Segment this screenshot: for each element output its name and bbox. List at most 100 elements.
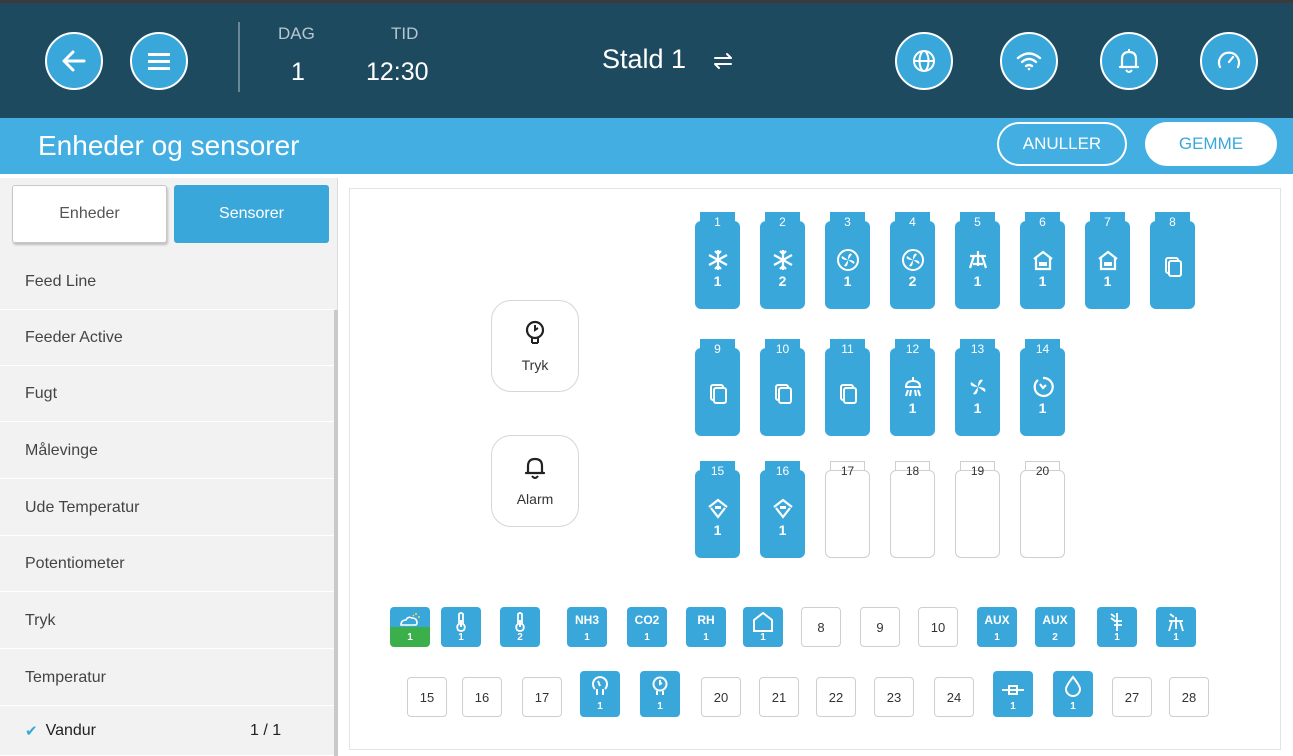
speedometer-icon [1217,51,1241,69]
sidebar-scrollbar[interactable] [334,310,338,756]
input-9[interactable]: 9 [860,607,900,647]
input-sub: 1 [1173,632,1179,643]
input-6[interactable]: RH 1 [686,607,726,647]
tab-sensors[interactable]: Sensorer [174,185,329,243]
input-26[interactable]: 1 [1053,671,1093,717]
input-20[interactable]: 20 [701,677,741,717]
device-layout-panel: Tryk Alarm 1 1 2 2 3 1 4 2 5 1 6 1 7 1 8… [349,188,1281,750]
relay-slot-2[interactable]: 2 2 [760,212,805,309]
input-5[interactable]: CO2 1 [627,607,667,647]
input-28[interactable]: 28 [1169,677,1209,717]
globe-icon [913,50,935,72]
input-24[interactable]: 24 [934,677,974,717]
relay-slot-3[interactable]: 3 1 [825,212,870,309]
slot-sub: 1 [713,522,722,538]
input-12[interactable]: AUX 2 [1035,607,1075,647]
relay-slot-13[interactable]: 13 1 [955,339,1000,436]
relay-slot-12[interactable]: 12 1 [890,339,935,436]
input-18[interactable]: 1 [580,671,620,717]
input-22[interactable]: 22 [816,677,856,717]
input-19[interactable]: 1 [640,671,680,717]
input-4[interactable]: NH3 1 [567,607,607,647]
curtain-open-icon [708,498,728,519]
relay-slot-4[interactable]: 4 2 [890,212,935,309]
input-1[interactable]: 1 [390,607,430,647]
slot-sub: 1 [778,522,787,538]
pressure-card-label: Tryk [521,357,549,373]
slot-sub: 1 [973,273,982,289]
relay-slot-18[interactable]: 18 [890,461,935,558]
slot-number: 12 [905,342,920,356]
relay-slot-16[interactable]: 16 1 [760,461,805,558]
top-edge [0,0,1293,3]
gauge-button[interactable] [1200,32,1258,90]
pressure-sensor-icon [525,320,545,344]
sidebar-item-pressure[interactable]: Tryk [0,593,334,649]
relay-slot-7[interactable]: 7 1 [1085,212,1130,309]
house-sensor-icon [753,611,773,632]
input-23[interactable]: 23 [874,677,914,717]
input-7[interactable]: 1 [743,607,783,647]
relay-slot-5[interactable]: 5 1 [955,212,1000,309]
relay-slot-6[interactable]: 6 1 [1020,212,1065,309]
relay-slot-11[interactable]: 11 [825,339,870,436]
input-21[interactable]: 21 [759,677,799,717]
globe-button[interactable] [895,32,953,90]
sidebar-item-potentiometer[interactable]: Potentiometer [0,536,334,592]
relay-slot-10[interactable]: 10 [760,339,805,436]
input-17[interactable]: 17 [522,677,562,717]
input-type: CO2 [634,613,660,627]
alarm-bell-button[interactable] [1100,32,1158,90]
relay-slot-19[interactable]: 19 [955,461,1000,558]
pressure-card[interactable]: Tryk [491,300,579,392]
slot-sub: 2 [778,273,787,289]
slot-number: 6 [1039,215,1046,229]
sidebar-item-temperature[interactable]: Temperatur [0,650,334,706]
input-16[interactable]: 16 [462,677,502,717]
input-15[interactable]: 15 [407,677,447,717]
swap-arrows-icon[interactable] [711,52,735,70]
top-bar: DAG 1 TID 12:30 Stald 1 [0,0,1293,130]
relay-slot-9[interactable]: 9 [695,339,740,436]
slot-number: 16 [775,464,790,478]
slot-sub: 1 [973,400,982,416]
input-sub: 1 [1114,632,1120,643]
slot-number: 18 [905,464,920,478]
input-8[interactable]: 8 [801,607,841,647]
alarm-card[interactable]: Alarm [491,435,579,527]
sidebar-item-water-meter[interactable]: ✔ Vandur 1 / 1 [0,707,334,756]
relay-slot-1[interactable]: 1 1 [695,212,740,309]
sidebar-item-outside-temperature[interactable]: Ude Temperatur [0,480,334,536]
relay-slot-17[interactable]: 17 [825,461,870,558]
alarm-card-label: Alarm [516,491,554,507]
relay-slot-20[interactable]: 20 [1020,461,1065,558]
sidebar-item-humidity[interactable]: Fugt [0,366,334,422]
input-27[interactable]: 27 [1112,677,1152,717]
tab-units[interactable]: Enheder [12,185,167,243]
sidebar-item-feed-line[interactable]: Feed Line [0,254,334,310]
input-11[interactable]: AUX 1 [977,607,1017,647]
relay-slot-14[interactable]: 14 1 [1020,339,1065,436]
cancel-button[interactable]: ANULLER [997,122,1127,166]
relay-slot-15[interactable]: 15 1 [695,461,740,558]
wifi-button[interactable] [1000,32,1058,90]
menu-button[interactable] [130,32,188,90]
house-selector[interactable]: Stald 1 [602,44,686,75]
input-3[interactable]: 2 [500,607,540,647]
save-button[interactable]: GEMME [1145,122,1277,166]
input-sub: 2 [1052,632,1058,643]
relay-slot-8[interactable]: 8 [1150,212,1195,309]
back-button[interactable] [45,32,103,90]
input-14[interactable]: 1 [1156,607,1196,647]
fan-icon [837,249,859,271]
input-sub: 1 [703,632,709,643]
sidebar-item-feeder-active[interactable]: Feeder Active [0,310,334,366]
input-25[interactable]: 1 [993,671,1033,717]
input-13[interactable]: 1 [1097,607,1137,647]
outside-weather-icon [400,613,420,626]
sidebar-item-measuring-wing[interactable]: Målevinge [0,423,334,479]
timer-icon [1033,376,1054,398]
input-10[interactable]: 10 [918,607,958,647]
input-2[interactable]: 1 [441,607,481,647]
slot-number: 14 [1035,342,1050,356]
